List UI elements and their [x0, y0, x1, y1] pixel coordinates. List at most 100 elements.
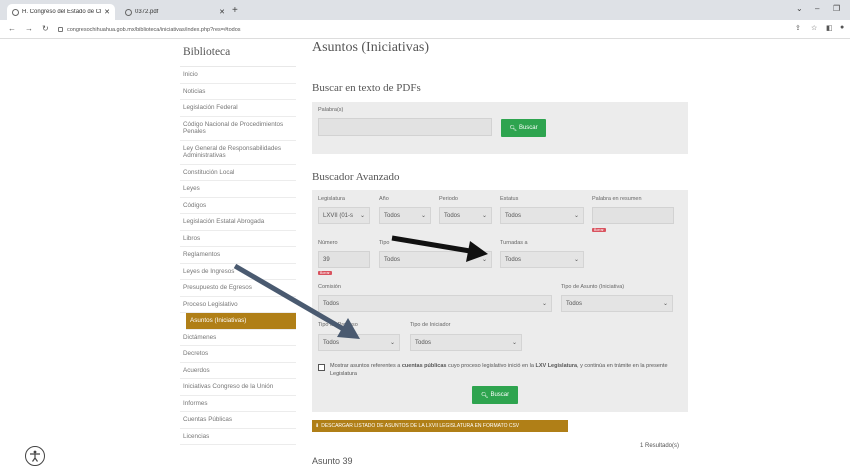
- sidepanel-icon[interactable]: ◧: [826, 24, 833, 32]
- sidebar-item-decretos[interactable]: Decretos: [180, 346, 296, 363]
- sidebar-item-proceso-legislativo[interactable]: Proceso Legislativo: [180, 297, 296, 313]
- sidebar-item-legislacion-abrogada[interactable]: Legislación Estatal Abrogada: [180, 214, 296, 231]
- pdf-search-panel: Palabra(s) 🔍︎ Buscar: [312, 102, 688, 154]
- download-csv-button[interactable]: ⬇ DESCARGAR LISTADO DE ASUNTOS DE LA LXV…: [312, 420, 568, 432]
- tipo-iniciador-label: Tipo de Iniciador: [410, 322, 451, 328]
- numero-input[interactable]: 39: [318, 251, 370, 268]
- chevron-down-icon: ⌄: [481, 257, 487, 263]
- chevron-down-icon: ⌄: [511, 340, 517, 346]
- chevron-down-icon: ⌄: [389, 340, 395, 346]
- sidebar-title: Biblioteca: [180, 40, 296, 67]
- chevron-down-icon: ⌄: [541, 301, 547, 307]
- cb-text-part: cuyo proceso legislativo inició en la: [448, 363, 534, 369]
- tipo-asunto-select[interactable]: Todos ⌄: [561, 295, 673, 312]
- anio-select[interactable]: Todos ⌄: [379, 207, 431, 224]
- numero-label: Número: [318, 240, 338, 246]
- palabras-label: Palabra(s): [318, 107, 344, 113]
- sidebar-item-informes[interactable]: Informes: [180, 396, 296, 412]
- pdf-search-input[interactable]: [318, 118, 492, 136]
- turnadas-select[interactable]: Todos ⌄: [500, 251, 584, 268]
- close-tab-icon[interactable]: ✕: [219, 8, 225, 16]
- pdf-search-button[interactable]: 🔍︎ Buscar: [501, 119, 546, 137]
- download-csv-label: DESCARGAR LISTADO DE ASUNTOS DE LA LXVII…: [321, 423, 520, 429]
- tipo-asunto-value: Todos: [566, 300, 583, 307]
- close-tab-icon[interactable]: ✕: [104, 8, 110, 16]
- sidebar-item-asuntos[interactable]: Asuntos (Iniciativas): [186, 313, 296, 330]
- globe-icon: [12, 8, 19, 16]
- chevron-down-icon: ⌄: [573, 257, 579, 263]
- sidebar-item-leyes-ingresos[interactable]: Leyes de Ingresos: [180, 264, 296, 280]
- sidebar-item-cuentas-publicas[interactable]: Cuentas Públicas: [180, 412, 296, 429]
- accessibility-icon[interactable]: [25, 446, 45, 466]
- sidebar-item-inicio[interactable]: Inicio: [180, 67, 296, 84]
- palabra-resumen-input[interactable]: [592, 207, 674, 224]
- chevron-down-icon[interactable]: ⌄: [796, 4, 803, 13]
- sidebar-item-ley-general[interactable]: Ley General de Responsabilidades Adminis…: [180, 141, 296, 165]
- cuentas-publicas-checkbox[interactable]: [318, 364, 325, 371]
- forward-icon[interactable]: →: [25, 24, 33, 33]
- borrar-palabra-button[interactable]: Borrar: [592, 228, 606, 232]
- sidebar-item-licencias[interactable]: Licencias: [180, 429, 296, 445]
- chevron-down-icon: ⌄: [420, 213, 426, 219]
- browser-tabbar: H. Congreso del Estado de Chih ✕ 0372.pd…: [0, 0, 850, 20]
- tipo-proceso-select[interactable]: Todos ⌄: [318, 334, 400, 351]
- sidebar-item-legislacion-federal[interactable]: Legislación Federal: [180, 100, 296, 117]
- page-title: Asuntos (Iniciativas): [312, 40, 430, 55]
- cuentas-publicas-text: Mostrar asuntos referentes a cuentas púb…: [330, 362, 675, 378]
- sidebar-item-leyes[interactable]: Leyes: [180, 181, 296, 198]
- sidebar-item-noticias[interactable]: Noticias: [180, 84, 296, 100]
- sidebar-item-constitucion[interactable]: Constitución Local: [180, 165, 296, 181]
- tipo-value: Todos: [384, 256, 401, 263]
- sidebar-item-presupuesto[interactable]: Presupuesto de Egresos: [180, 280, 296, 297]
- periodo-label: Periodo: [439, 196, 458, 202]
- accessibility-figure-icon: [30, 450, 40, 462]
- sidebar-item-reglamentos[interactable]: Reglamentos: [180, 247, 296, 264]
- comision-value: Todos: [323, 300, 340, 307]
- advanced-search-panel: Legislatura LXVII (01-s ⌄ Año Todos ⌄ Pe…: [312, 190, 688, 412]
- estatus-label: Estatus: [500, 196, 519, 202]
- browser-tab-pdf[interactable]: 0372.pdf ✕: [120, 4, 230, 20]
- periodo-select[interactable]: Todos ⌄: [439, 207, 492, 224]
- search-icon: 🔍︎: [509, 125, 517, 132]
- turnadas-value: Todos: [505, 256, 522, 263]
- tipo-proceso-value: Todos: [323, 339, 340, 346]
- browser-tab-congreso[interactable]: H. Congreso del Estado de Chih ✕: [7, 4, 115, 20]
- back-icon[interactable]: ←: [8, 24, 16, 33]
- cb-text-bold: cuentas públicas: [401, 363, 447, 369]
- address-bar: ← → ↻ congresochihuahua.gob.mx/bibliotec…: [0, 20, 850, 39]
- tipo-select[interactable]: Todos ⌄: [379, 251, 492, 268]
- advanced-search-heading: Buscador Avanzado: [312, 171, 400, 183]
- search-icon: 🔍︎: [480, 392, 489, 399]
- cb-text-bold: LXV Legislatura: [535, 363, 578, 369]
- borrar-numero-button[interactable]: Borrar: [318, 271, 332, 275]
- chevron-down-icon: ⌄: [481, 213, 487, 219]
- result-title: Asunto 39: [312, 456, 353, 466]
- legislatura-value: LXVII (01-s: [323, 212, 354, 219]
- advanced-search-button[interactable]: 🔍︎ Buscar: [472, 386, 518, 404]
- legislatura-label: Legislatura: [318, 196, 345, 202]
- star-icon[interactable]: ☆: [811, 24, 817, 32]
- profile-icon[interactable]: ●: [840, 24, 844, 31]
- sidebar-item-acuerdos[interactable]: Acuerdos: [180, 363, 296, 379]
- tipo-iniciador-select[interactable]: Todos ⌄: [410, 334, 522, 351]
- sidebar-item-codigos[interactable]: Códigos: [180, 198, 296, 214]
- estatus-select[interactable]: Todos ⌄: [500, 207, 584, 224]
- minimize-icon[interactable]: –: [815, 4, 819, 13]
- sidebar-item-codigo-nacional[interactable]: Código Nacional de Procedimientos Penale…: [180, 117, 296, 141]
- sidebar-item-dictamenes[interactable]: Dictámenes: [180, 330, 296, 346]
- comision-select[interactable]: Todos ⌄: [318, 295, 552, 312]
- sidebar-item-iniciativas-congreso[interactable]: Iniciativas Congreso de la Unión: [180, 379, 296, 396]
- periodo-value: Todos: [444, 212, 461, 219]
- pdf-icon: [125, 8, 132, 16]
- legislatura-select[interactable]: LXVII (01-s ⌄: [318, 207, 370, 224]
- sidebar-item-libros[interactable]: Libros: [180, 231, 296, 247]
- new-tab-icon[interactable]: +: [232, 5, 238, 16]
- turnadas-label: Turnadas a: [500, 240, 528, 246]
- chevron-down-icon: ⌄: [573, 213, 579, 219]
- url-field[interactable]: congresochihuahua.gob.mx/biblioteca/inic…: [58, 23, 788, 36]
- share-icon[interactable]: ⇪: [795, 24, 801, 32]
- reload-icon[interactable]: ↻: [42, 24, 49, 33]
- tab-title: H. Congreso del Estado de Chih: [22, 9, 102, 15]
- anio-value: Todos: [384, 212, 401, 219]
- restore-icon[interactable]: ❐: [833, 4, 840, 13]
